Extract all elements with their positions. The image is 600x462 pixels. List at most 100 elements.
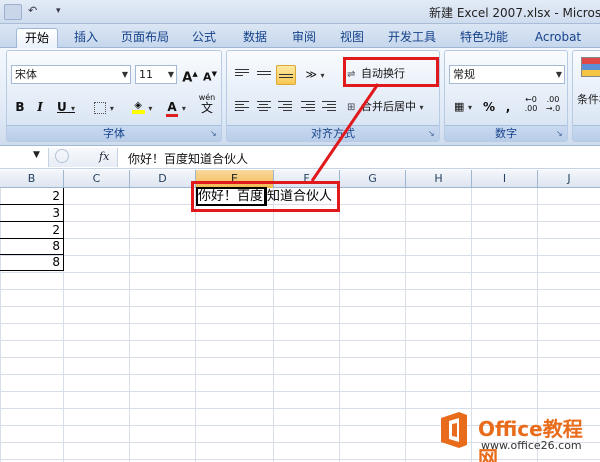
align-top-icon (235, 69, 249, 80)
border-button[interactable]: ▾ (89, 97, 119, 117)
comma-button[interactable]: , (501, 97, 515, 117)
dialog-launcher-icon[interactable]: ↘ (428, 129, 437, 138)
column-header-j[interactable]: J (538, 170, 600, 188)
increase-indent-button[interactable] (320, 97, 338, 117)
cell-b-value[interactable]: 3 (0, 205, 62, 222)
shrink-font-button[interactable]: A▼ (201, 64, 219, 84)
increase-decimal-button[interactable]: ←0.00 (521, 95, 541, 115)
chevron-down-icon: ▾ (109, 104, 114, 113)
font-size-select[interactable]: 11 ▼ (135, 65, 177, 84)
tab-developer[interactable]: 开发工具 (382, 28, 442, 48)
tab-insert[interactable]: 插入 (68, 28, 104, 48)
grow-font-label: A (182, 70, 193, 86)
chevron-down-icon: ▼ (121, 70, 128, 79)
column-header-d[interactable]: D (130, 170, 196, 188)
align-left-button[interactable] (233, 97, 251, 117)
formula-controls: fx (48, 148, 118, 167)
comma-label: , (505, 100, 511, 114)
tab-view[interactable]: 视图 (334, 28, 370, 48)
bold-button[interactable]: B (11, 97, 29, 117)
align-bottom-button[interactable] (276, 65, 296, 85)
customize-quick-access-icon[interactable]: ▾ (56, 4, 66, 20)
currency-button[interactable]: ▦ ▾ (449, 97, 477, 117)
chevron-down-icon: ▾ (320, 71, 325, 80)
styles-group-label (573, 125, 600, 141)
merge-icon: ⊞ (347, 102, 356, 113)
watermark-title: Office教程网 (478, 413, 600, 462)
chevron-down-icon: ▾ (181, 104, 186, 113)
align-middle-button[interactable] (255, 65, 273, 85)
align-right-button[interactable] (276, 97, 294, 117)
decrease-indent-button[interactable] (299, 97, 317, 117)
cell-b-value[interactable]: 8 (0, 254, 62, 271)
tab-acrobat[interactable]: Acrobat (530, 28, 586, 48)
dialog-launcher-icon[interactable]: ↘ (210, 129, 219, 138)
cell-b-value[interactable]: 2 (0, 188, 62, 205)
tab-page-layout[interactable]: 页面布局 (118, 28, 172, 48)
cell-b-value[interactable]: 2 (0, 222, 62, 239)
office-logo-icon (441, 412, 467, 448)
dialog-launcher-icon[interactable]: ↘ (556, 129, 565, 138)
chevron-down-icon: ▼ (167, 70, 174, 79)
cell-border (63, 188, 64, 270)
fx-icon[interactable]: fx (99, 150, 109, 163)
italic-button[interactable]: I (31, 97, 49, 117)
column-header-c[interactable]: C (64, 170, 130, 188)
chevron-down-icon[interactable]: ▼ (33, 150, 40, 160)
conditional-format-icon[interactable] (581, 57, 600, 77)
phonetic-button[interactable]: wén 文 (195, 92, 219, 122)
grow-font-button[interactable]: A▲ (181, 64, 199, 86)
percent-button[interactable]: % (481, 97, 497, 117)
number-group: 常规 ▼ ▦ ▾ % , ←0.00 .00 →.0 数字 ↘ (444, 50, 568, 142)
ribbon: 宋体 ▼ 11 ▼ A▲ A▼ B I U ▾ ▾ ◈ ▾ A ▾ wén 文 字… (0, 48, 600, 146)
number-format-select[interactable]: 常规 ▼ (449, 65, 565, 84)
decrease-decimal-button[interactable]: .00 →.0 (543, 95, 563, 115)
conditional-format-label[interactable]: 条件格 (577, 91, 600, 107)
formula-input[interactable]: 你好！百度知道合伙人 (128, 150, 248, 167)
highlight-box-wrap-text (343, 57, 439, 87)
paint-bucket-icon: ◈ (131, 101, 145, 114)
align-center-button[interactable] (255, 97, 273, 117)
chevron-down-icon: ▾ (70, 104, 75, 113)
orientation-button[interactable]: ≫ ▾ (301, 65, 329, 85)
decrease-decimal-icon: .00 →.0 (545, 95, 561, 113)
watermark-main: Office (478, 417, 543, 441)
column-header-g[interactable]: G (340, 170, 406, 188)
merge-center-button[interactable]: ⊞ 合并后居中 ▾ (347, 97, 437, 117)
tab-formulas[interactable]: 公式 (186, 28, 222, 48)
percent-label: % (482, 100, 496, 114)
underline-button[interactable]: U ▾ (51, 97, 81, 117)
cell-b-value[interactable]: 8 (0, 238, 62, 255)
formula-bar: ▼ fx 你好！百度知道合伙人 (0, 147, 600, 169)
font-color-icon: A (166, 101, 179, 117)
font-group: 宋体 ▼ 11 ▼ A▲ A▼ B I U ▾ ▾ ◈ ▾ A ▾ wén 文 字… (6, 50, 222, 142)
number-group-label: 数字 (445, 125, 567, 141)
tab-review[interactable]: 审阅 (286, 28, 322, 48)
fill-color-button[interactable]: ◈ ▾ (125, 97, 159, 117)
font-name-select[interactable]: 宋体 ▼ (11, 65, 131, 84)
quick-access-icon[interactable] (4, 4, 22, 20)
italic-label: I (37, 100, 43, 114)
align-center-icon (257, 101, 271, 112)
align-middle-icon (257, 71, 271, 82)
styles-group: 条件格 (572, 50, 600, 142)
border-icon (94, 101, 107, 114)
chevron-down-icon: ▾ (419, 103, 424, 112)
undo-icon[interactable]: ↶ (28, 4, 48, 20)
align-bottom-icon (279, 74, 293, 85)
number-format-value: 常规 (453, 68, 475, 81)
tab-home[interactable]: 开始 (16, 28, 58, 48)
decrease-indent-icon (301, 101, 315, 112)
font-group-label: 字体 (7, 125, 221, 141)
column-header-h[interactable]: H (406, 170, 472, 188)
align-right-icon (278, 101, 292, 112)
window-title: 新建 Excel 2007.xlsx - Microsoft (429, 6, 600, 20)
align-left-icon (235, 101, 249, 112)
tab-data[interactable]: 数据 (237, 28, 273, 48)
tab-special[interactable]: 特色功能 (455, 28, 513, 48)
column-header-i[interactable]: I (472, 170, 538, 188)
font-color-button[interactable]: A ▾ (161, 97, 191, 117)
align-top-button[interactable] (233, 65, 251, 85)
shrink-font-label: A (203, 70, 212, 84)
column-header-b[interactable]: B (0, 170, 64, 188)
